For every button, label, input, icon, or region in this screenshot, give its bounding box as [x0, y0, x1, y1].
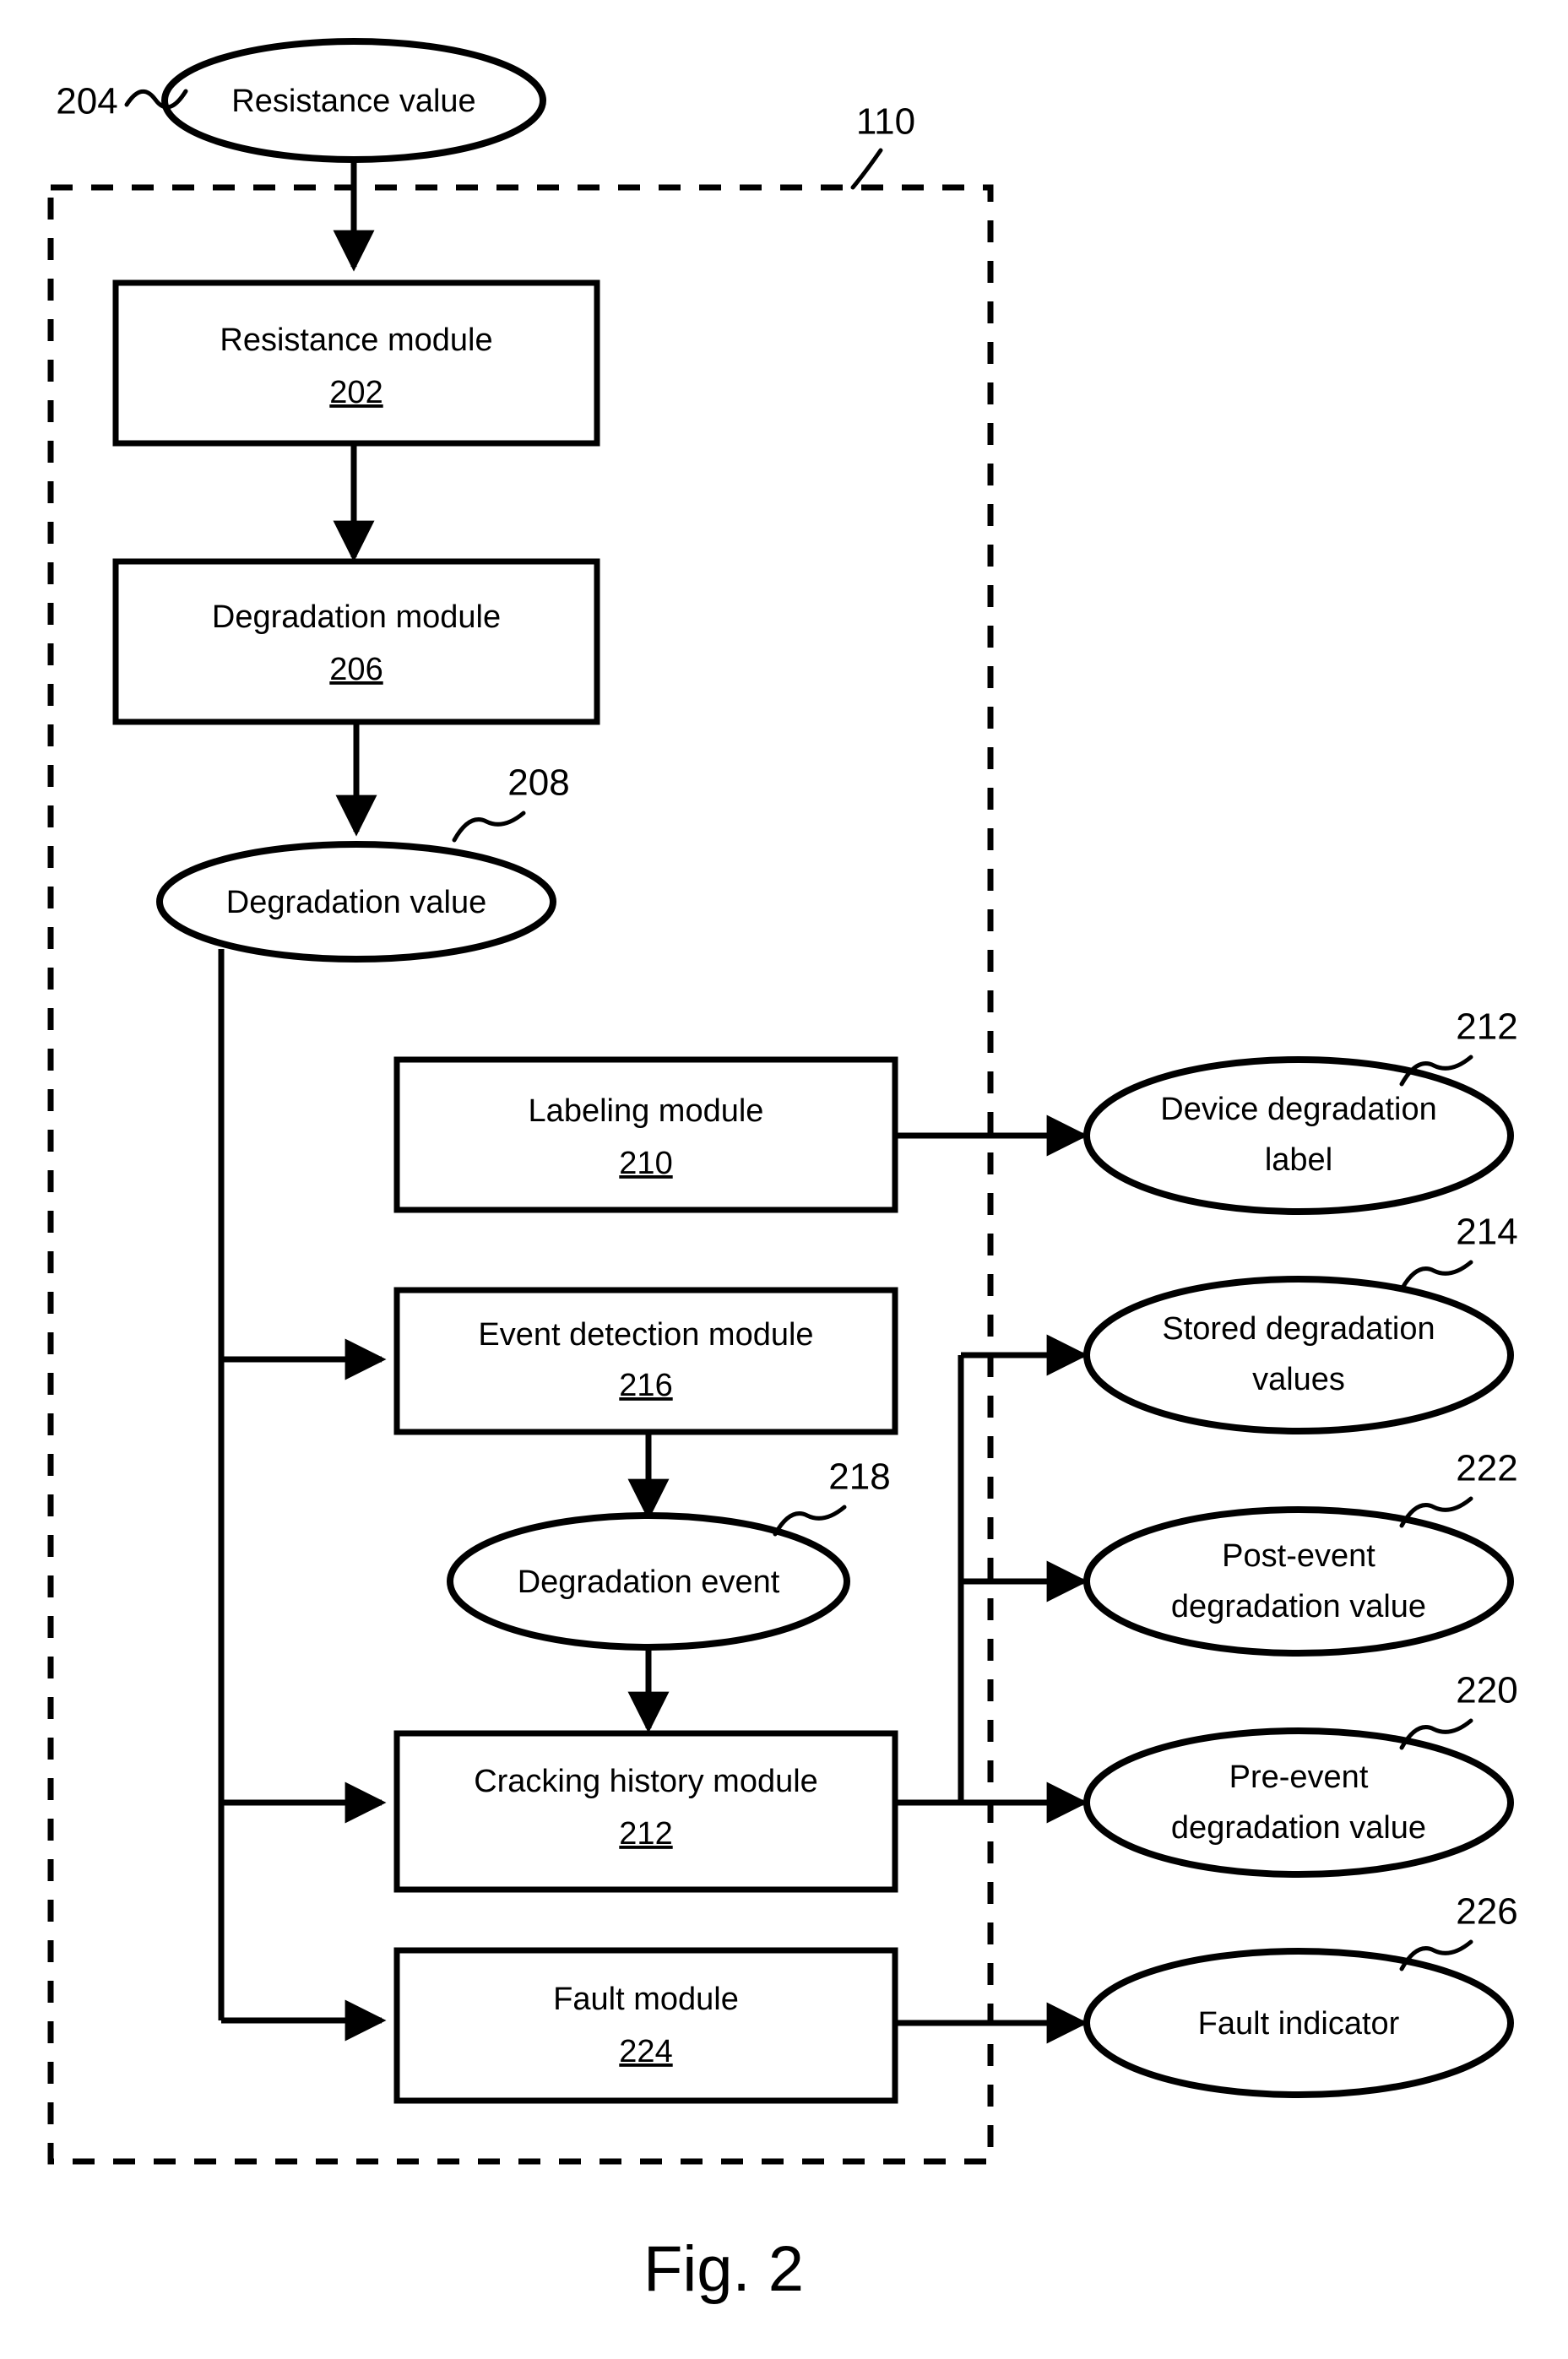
degradation-module-ref: 206 [329, 652, 383, 687]
figure-caption: Fig. 2 [643, 2233, 804, 2305]
cracking-history-module-box [393, 1730, 898, 1893]
degradation-module-box [112, 558, 600, 725]
cracking-history-module-ref: 212 [619, 1816, 672, 1852]
leader-line-214 [1399, 1260, 1473, 1292]
labeling-module-box [393, 1056, 898, 1213]
degradation-value-label: Degradation value [226, 885, 486, 920]
post-event-degradation-value-line1: Post-event [1222, 1538, 1375, 1574]
ref-number-212-output: 212 [1456, 1006, 1517, 1048]
fault-indicator-label: Fault indicator [1198, 2006, 1400, 2042]
stored-degradation-values-line1: Stored degradation [1162, 1311, 1435, 1347]
event-detection-module-label: Event detection module [478, 1317, 813, 1353]
pre-event-degradation-value-line1: Pre-event [1229, 1760, 1369, 1795]
pre-event-degradation-value-line2: degradation value [1171, 1810, 1426, 1846]
cracking-history-module-label: Cracking history module [474, 1764, 818, 1799]
device-degradation-label-line1: Device degradation [1160, 1092, 1436, 1127]
fault-module-label: Fault module [553, 1982, 739, 2017]
degradation-event-label: Degradation event [518, 1565, 780, 1600]
ref-number-204: 204 [56, 81, 117, 122]
ref-number-110: 110 [856, 101, 915, 143]
patent-figure: Resistance value 204 110 Resistance modu… [0, 0, 1568, 2359]
device-degradation-label-ellipse [1083, 1056, 1514, 1215]
leader-line-110 [850, 148, 883, 190]
pre-event-degradation-value-ellipse [1083, 1727, 1514, 1878]
resistance-module-box [112, 279, 600, 447]
ref-number-208: 208 [507, 762, 569, 804]
leader-line-218 [773, 1505, 847, 1537]
figure-2-block-diagram: Resistance value 204 110 Resistance modu… [47, 38, 1518, 2305]
degradation-module-label: Degradation module [212, 599, 501, 635]
resistance-module-ref: 202 [329, 375, 383, 410]
resistance-module-label: Resistance module [220, 323, 492, 358]
ref-number-220: 220 [1456, 1670, 1517, 1711]
stored-degradation-values-ellipse [1083, 1276, 1514, 1434]
device-degradation-label-line2: label [1265, 1142, 1332, 1178]
labeling-module-ref: 210 [619, 1146, 672, 1181]
post-event-degradation-value-line2: degradation value [1171, 1589, 1426, 1624]
ref-number-222: 222 [1456, 1448, 1517, 1489]
labeling-module-label: Labeling module [529, 1093, 764, 1129]
ref-number-214: 214 [1456, 1212, 1517, 1253]
fault-module-ref: 224 [619, 2034, 672, 2069]
leader-line-208 [452, 811, 526, 843]
post-event-degradation-value-ellipse [1083, 1506, 1514, 1657]
fault-module-box [393, 1947, 898, 2104]
event-detection-module-ref: 216 [619, 1368, 672, 1403]
resistance-value-label: Resistance value [231, 84, 475, 119]
ref-number-226: 226 [1456, 1891, 1517, 1933]
stored-degradation-values-line2: values [1252, 1362, 1345, 1397]
event-detection-module-box [393, 1287, 898, 1435]
ref-number-218: 218 [828, 1456, 890, 1498]
